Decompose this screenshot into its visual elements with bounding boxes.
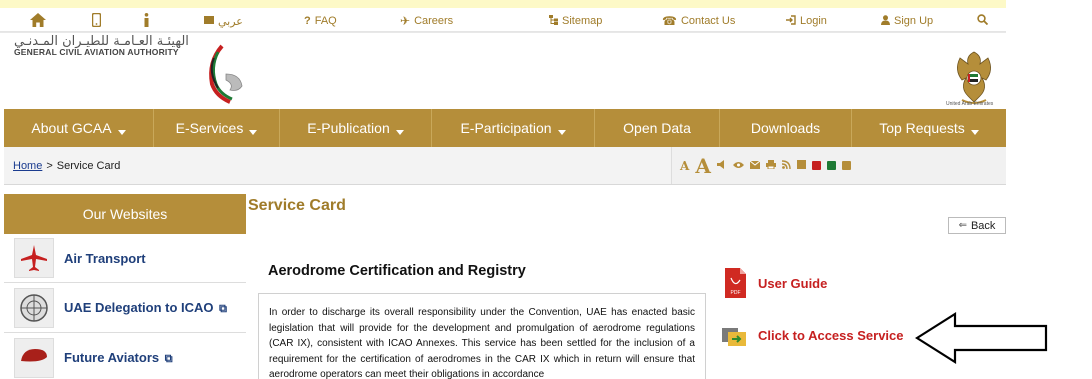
nav-item-e-publication[interactable]: E-Publication — [280, 109, 432, 147]
info-icon — [143, 12, 150, 30]
search-button[interactable] — [977, 14, 989, 28]
access-service-link[interactable]: Click to Access Service — [722, 322, 904, 348]
plane-icon: ✈ — [400, 14, 411, 28]
service-title: Aerodrome Certification and Registry — [268, 263, 526, 279]
contact-label: Contact Us — [680, 15, 736, 27]
contact-link[interactable]: ☎ Contact Us — [662, 14, 735, 28]
share-icon[interactable] — [796, 160, 806, 171]
speaker-icon[interactable] — [716, 160, 727, 171]
pointer-arrow-icon — [915, 312, 1048, 364]
faq-link[interactable]: ? FAQ — [304, 14, 337, 28]
search-icon — [977, 14, 989, 28]
nav-label: E-Participation — [460, 120, 552, 136]
signup-label: Sign Up — [894, 15, 934, 27]
access-service-label: Click to Access Service — [758, 327, 904, 343]
pdf-icon: PDF — [722, 268, 748, 298]
breadcrumb-current: Service Card — [56, 159, 121, 172]
phone-icon: ☎ — [662, 14, 677, 28]
rss-icon[interactable] — [781, 160, 791, 171]
careers-label: Careers — [414, 15, 454, 27]
future-aviators-thumbnail — [14, 338, 54, 378]
nav-item-top-requests[interactable]: Top Requests — [852, 109, 1006, 147]
page-title: Service Card — [248, 197, 346, 214]
sidebar-item-future-aviators[interactable]: Future Aviators ⧉ — [4, 334, 246, 379]
question-icon: ? — [304, 15, 311, 27]
chevron-down-icon — [117, 129, 126, 135]
svg-text:PDF: PDF — [731, 290, 741, 296]
external-link-icon: ⧉ — [219, 303, 227, 315]
service-access-icon — [722, 322, 748, 348]
login-link[interactable]: Login — [786, 14, 827, 28]
breadcrumb-bar: Home > Service Card A A — [4, 147, 1006, 185]
careers-link[interactable]: ✈ Careers — [400, 14, 453, 28]
eye-icon[interactable] — [732, 161, 744, 171]
sidebar-item-uae-delegation-icao[interactable]: UAE Delegation to ICAO ⧉ — [4, 284, 246, 333]
font-decrease-button[interactable]: A — [680, 159, 689, 173]
mobile-icon — [91, 12, 102, 30]
nav-label: About GCAA — [31, 120, 112, 136]
sidebar-title: Our Websites — [4, 194, 246, 234]
mobile-link[interactable] — [91, 12, 102, 30]
user-icon — [881, 14, 890, 28]
sidebar-item-label: Future Aviators ⧉ — [64, 350, 173, 366]
theme-gold-button[interactable] — [841, 161, 851, 170]
sitemap-link[interactable]: Sitemap — [549, 14, 602, 28]
external-link-icon: ⧉ — [164, 353, 173, 365]
home-link[interactable] — [30, 12, 46, 30]
language-label: عربي — [218, 14, 243, 28]
login-label: Login — [800, 15, 827, 27]
logo-english-text[interactable]: GENERAL CIVIL AVIATION AUTHORITY — [14, 47, 179, 57]
breadcrumb-separator: > — [46, 159, 53, 172]
nav-item-downloads[interactable]: Downloads — [720, 109, 852, 147]
chevron-down-icon — [557, 129, 566, 135]
sitemap-label: Sitemap — [562, 15, 603, 27]
breadcrumb-home-link[interactable]: Home — [13, 160, 42, 172]
gcaa-logo-icon[interactable] — [200, 44, 246, 106]
info-link[interactable] — [143, 12, 150, 30]
faq-label: FAQ — [314, 15, 337, 27]
sidebar-item-air-transport[interactable]: Air Transport — [4, 234, 246, 283]
login-icon — [786, 14, 796, 28]
back-label: Back — [970, 219, 996, 232]
icao-thumbnail — [14, 288, 54, 328]
sidebar-item-text: UAE Delegation to ICAO — [64, 300, 214, 315]
arrow-left-icon: ⇐ — [958, 220, 967, 231]
chevron-down-icon — [395, 129, 404, 135]
sidebar-item-label: UAE Delegation to ICAO ⧉ — [64, 300, 227, 316]
user-guide-link[interactable]: PDF User Guide — [722, 268, 827, 298]
main-navigation: About GCAA E-Services E-Publication E-Pa… — [4, 109, 1006, 147]
language-link[interactable]: عربي — [204, 14, 243, 28]
sidebar-item-text: Future Aviators — [64, 350, 160, 365]
nav-item-about-gcaa[interactable]: About GCAA — [4, 109, 154, 147]
breadcrumb: Home > Service Card — [4, 147, 672, 184]
nav-item-e-participation[interactable]: E-Participation — [432, 109, 595, 147]
uae-emblem-icon — [957, 51, 991, 104]
accessibility-toolbar: A A — [680, 147, 851, 184]
air-transport-thumbnail — [14, 238, 54, 278]
home-icon — [30, 12, 46, 30]
font-increase-button[interactable]: A — [695, 154, 711, 178]
nav-label: Open Data — [623, 120, 691, 136]
email-icon[interactable] — [749, 160, 761, 171]
nav-item-e-services[interactable]: E-Services — [154, 109, 280, 147]
chevron-down-icon — [970, 129, 979, 135]
language-icon — [204, 14, 214, 28]
theme-green-button[interactable] — [826, 161, 836, 170]
emblem-caption: United Arab Emirates — [946, 101, 994, 107]
nav-label: Downloads — [750, 120, 821, 136]
print-icon[interactable] — [765, 160, 776, 171]
top-accent-strip — [0, 0, 1006, 8]
sidebar-item-label: Air Transport — [64, 250, 146, 266]
nav-label: E-Services — [175, 120, 244, 136]
theme-red-button[interactable] — [811, 161, 821, 170]
nav-item-open-data[interactable]: Open Data — [595, 109, 720, 147]
signup-link[interactable]: Sign Up — [881, 14, 933, 28]
back-button[interactable]: ⇐ Back — [948, 217, 1006, 234]
chevron-down-icon — [249, 129, 258, 135]
service-description: In order to discharge its overall respon… — [258, 293, 706, 379]
sitemap-icon — [549, 14, 558, 28]
nav-label: E-Publication — [307, 120, 390, 136]
nav-label: Top Requests — [879, 120, 965, 136]
user-guide-label: User Guide — [758, 275, 828, 291]
